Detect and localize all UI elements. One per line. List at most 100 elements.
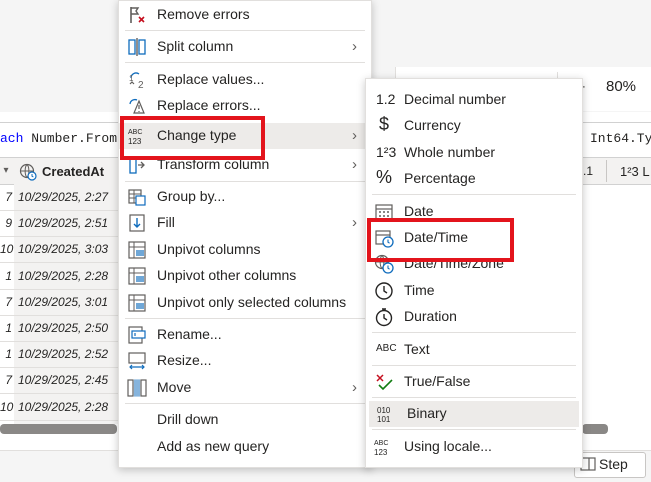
- menu-item-label: Add as new query: [157, 438, 270, 454]
- menu-item-label: Time: [404, 282, 435, 298]
- menu-item-label: Resize...: [157, 352, 212, 368]
- step-label: Step: [599, 456, 628, 472]
- menu-divider: [125, 62, 365, 63]
- table-row[interactable]: 1 10/29/2025, 2:52: [0, 341, 118, 369]
- column-header-right[interactable]: 1²3 L: [620, 164, 650, 179]
- menu-item-decimal-number[interactable]: 1.2 Decimal number: [366, 87, 582, 113]
- menu-divider: [372, 194, 576, 195]
- menu-item-drill-down[interactable]: Drill down: [119, 407, 371, 433]
- menu-item-unpivot-other-columns[interactable]: Unpivot other columns: [119, 263, 371, 289]
- menu-item-label: Whole number: [404, 144, 496, 160]
- createdat-cell: 10/29/2025, 2:52: [18, 347, 109, 362]
- menu-item-label: Group by...: [157, 188, 226, 204]
- createdat-cell: 10/29/2025, 2:27: [18, 190, 109, 204]
- table-row[interactable]: 10 10/29/2025, 2:28: [0, 394, 118, 421]
- menu-item-label: Date: [404, 203, 434, 219]
- datetime-type-icon[interactable]: [19, 163, 37, 181]
- percentage-icon: %: [376, 167, 393, 187]
- menu-item-label: Text: [404, 341, 430, 357]
- time-icon: [375, 282, 393, 300]
- menu-divider: [372, 365, 576, 366]
- decimal-icon: 1.2: [376, 91, 396, 107]
- row-value: 1: [5, 268, 12, 283]
- menu-item-label: Duration: [404, 308, 457, 324]
- menu-item-true-false[interactable]: True/False: [366, 369, 582, 395]
- move-icon: [127, 379, 147, 397]
- menu-item-text[interactable]: ABC Text: [366, 337, 582, 363]
- binary-icon: 010101: [377, 406, 391, 424]
- menu-item-remove-errors[interactable]: Remove errors: [119, 2, 371, 28]
- menu-item-replace-values[interactable]: 21 Replace values...: [119, 67, 371, 93]
- table-row[interactable]: 7 10/29/2025, 2:45: [0, 367, 118, 395]
- menu-item-percentage[interactable]: % Percentage: [366, 166, 582, 192]
- chevron-right-icon: ›: [352, 38, 357, 55]
- column-filter-dropdown[interactable]: ▾: [0, 160, 12, 182]
- menu-item-unpivot-columns[interactable]: Unpivot columns: [119, 237, 371, 263]
- menu-item-label: Unpivot only selected columns: [157, 294, 347, 310]
- svg-text:123: 123: [374, 448, 388, 457]
- menu-item-group-by[interactable]: Group by...: [119, 184, 371, 210]
- unpivot-selected-icon: [128, 294, 146, 312]
- menu-item-add-as-new-query[interactable]: Add as new query: [119, 434, 371, 460]
- unpivot-columns-icon: [128, 241, 146, 259]
- createdat-cell: 10/29/2025, 2:51: [18, 216, 109, 231]
- table-row[interactable]: 1 10/29/2025, 2:50: [0, 315, 118, 342]
- menu-item-move[interactable]: Move ›: [119, 375, 371, 401]
- table-row[interactable]: 7 10/29/2025, 3:01: [0, 289, 118, 316]
- menu-item-label: Rename...: [157, 326, 222, 342]
- menu-item-label: Using locale...: [404, 438, 492, 454]
- row-value: 9: [5, 216, 12, 231]
- menu-divider: [125, 30, 365, 31]
- using-locale-icon: ABC123: [374, 440, 388, 457]
- createdat-cell: 10/29/2025, 3:01: [18, 294, 109, 309]
- menu-item-duration[interactable]: Duration: [366, 304, 582, 330]
- horizontal-scrollbar-thumb-right[interactable]: [582, 424, 608, 434]
- duration-icon: [375, 308, 393, 327]
- table-row[interactable]: 10 10/29/2025, 3:03: [0, 236, 118, 264]
- menu-divider: [372, 397, 576, 398]
- menu-item-label: Percentage: [404, 170, 476, 186]
- chevron-right-icon: ›: [352, 156, 357, 173]
- menu-item-label: Remove errors: [157, 6, 250, 22]
- menu-item-unpivot-selected-columns[interactable]: Unpivot only selected columns: [119, 290, 371, 316]
- svg-text:ABC: ABC: [374, 440, 388, 447]
- menu-item-whole-number[interactable]: 1²3 Whole number: [366, 140, 582, 166]
- menu-item-label: Unpivot columns: [157, 241, 261, 257]
- currency-icon: $: [379, 114, 390, 134]
- column-header-createdat[interactable]: CreatedAt: [42, 164, 104, 179]
- svg-text:101: 101: [377, 415, 391, 424]
- row-value: 7: [5, 373, 12, 388]
- resize-icon: [128, 352, 146, 370]
- text-icon: ABC: [376, 343, 397, 354]
- menu-item-label: Fill: [157, 214, 175, 230]
- zoom-level: 80%: [606, 78, 637, 95]
- chevron-right-icon: ›: [352, 379, 357, 396]
- svg-text:010: 010: [377, 406, 391, 415]
- menu-item-binary[interactable]: 010 101 Binary: [369, 401, 579, 427]
- menu-item-time[interactable]: Time: [366, 278, 582, 304]
- menu-item-resize[interactable]: Resize...: [119, 348, 371, 374]
- replace-values-icon: 21: [129, 72, 144, 90]
- menu-item-split-column[interactable]: Split column ›: [119, 34, 371, 60]
- formula-text-right: Int64.Ty: [590, 131, 651, 146]
- formula-fn: Number.From: [23, 131, 118, 146]
- menu-item-label: True/False: [404, 373, 471, 389]
- menu-item-currency[interactable]: $ Currency: [366, 113, 582, 139]
- replace-errors-icon: [129, 98, 145, 114]
- menu-item-label: Unpivot other columns: [157, 267, 297, 283]
- menu-item-fill[interactable]: Fill ›: [119, 210, 371, 236]
- column-header-right-prefix: .1: [583, 164, 594, 178]
- table-row[interactable]: 1 10/29/2025, 2:28: [0, 263, 118, 290]
- horizontal-scrollbar-thumb[interactable]: [0, 424, 117, 434]
- rename-icon: [128, 326, 146, 344]
- highlight-box-change-type: [120, 116, 265, 160]
- chevron-right-icon: ›: [352, 127, 357, 144]
- menu-item-using-locale[interactable]: ABC 123 Using locale...: [366, 434, 582, 460]
- menu-item-rename[interactable]: Rename...: [119, 322, 371, 348]
- createdat-cell: 10/29/2025, 2:50: [18, 321, 109, 335]
- table-row[interactable]: 9 10/29/2025, 2:51: [0, 210, 118, 238]
- row-value: 1: [5, 347, 12, 362]
- row-value: 7: [5, 190, 12, 204]
- table-row[interactable]: 7 10/29/2025, 2:27: [0, 184, 118, 211]
- whole-number-icon: 1²3: [376, 144, 397, 160]
